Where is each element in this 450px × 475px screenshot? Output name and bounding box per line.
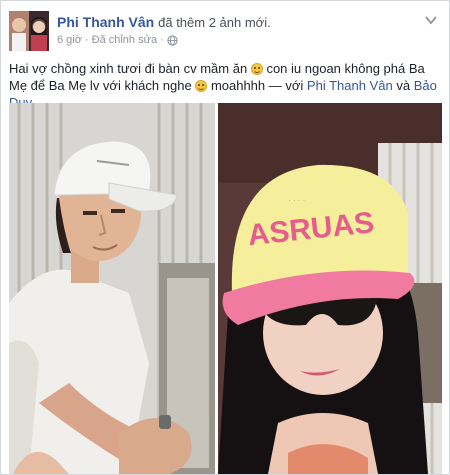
post-header: Phi Thanh Vân đã thêm 2 ảnh mới. xyxy=(57,14,271,30)
smiley-emoji xyxy=(250,63,263,75)
author-name[interactable]: Phi Thanh Vân xyxy=(57,14,154,30)
meta-separator: · xyxy=(84,34,89,46)
feed-post: Phi Thanh Vân đã thêm 2 ảnh mới. 6 giờ ·… xyxy=(0,0,450,475)
post-photo-1[interactable] xyxy=(9,103,215,474)
globe-icon[interactable] xyxy=(167,34,178,46)
post-text-part: và xyxy=(396,78,411,93)
post-action: đã thêm 2 ảnh mới. xyxy=(158,15,271,30)
post-time[interactable]: 6 giờ xyxy=(57,34,82,46)
post-photo-2[interactable]: ASRUAS · · · · xyxy=(218,103,442,474)
tagged-user-link[interactable]: Phi Thanh Vân xyxy=(307,78,393,93)
meta-separator: · xyxy=(160,34,164,46)
post-text-part: moahhhh — với xyxy=(210,78,304,93)
smiley-emoji xyxy=(195,80,208,92)
post-meta: 6 giờ · Đã chỉnh sửa · xyxy=(57,34,178,46)
svg-text:· · · ·: · · · · xyxy=(288,196,305,205)
chevron-down-icon[interactable] xyxy=(425,15,437,25)
profile-avatar[interactable] xyxy=(9,11,49,51)
edited-label[interactable]: Đã chỉnh sửa xyxy=(92,34,157,46)
post-text-part: Hai vợ chồng xinh tươi đi bàn cv mầm ăn xyxy=(9,61,248,76)
